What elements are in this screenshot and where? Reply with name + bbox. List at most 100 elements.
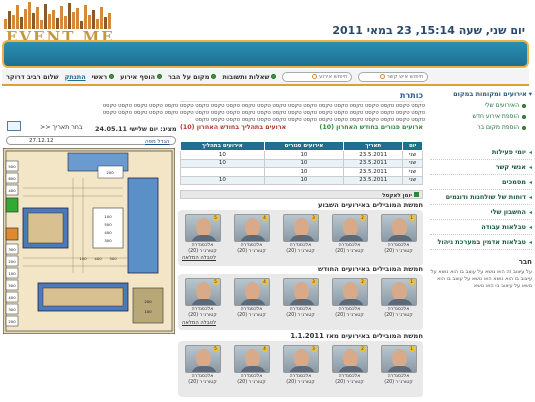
sidebar-link-add-place[interactable]: הוספת מקום בר [430, 124, 526, 131]
tab-closed-events[interactable]: ארועים פגורים בחודש האחרון (10) [319, 124, 423, 131]
sidebar-item-label: דוחות של שולחנות ודוגמים [445, 193, 526, 201]
export-excel-link[interactable]: יומן לאקסל [180, 190, 423, 199]
events-tabs: ארועים פגורים בחודש האחרון (10) ארועים ב… [180, 124, 423, 131]
leader-card[interactable]: 4 אלכסנדרה קטורנ׳ר (20) [233, 278, 271, 319]
sidebar-link-add-event[interactable]: הוספת אירוע חדש [430, 113, 526, 120]
col-in-progress: אירועים בתהליך [180, 141, 265, 151]
leader-name: אלכסנדרה קטורנ׳ר (20) [237, 374, 266, 385]
avatar: 2 [331, 278, 368, 306]
map-number: 300 [8, 307, 16, 312]
leaders-year-heading: חמשת המובילים באירועים מאז 1.1.2011 [290, 332, 423, 340]
sidebar-link-my-events[interactable]: האירועים שלי [430, 102, 526, 109]
leader-card[interactable]: 3 אלכסנדרה קטורנ׳ר (20) [282, 345, 320, 386]
full-table-link[interactable]: לטבלה המלאה [182, 320, 216, 326]
avatar: 3 [282, 214, 319, 242]
sidebar-link-label: האירועים שלי [484, 102, 519, 109]
leader-card[interactable]: 3 אלכסנדרה קטורנ׳ר (20) [282, 278, 320, 319]
header-banner [2, 40, 529, 68]
export-excel-label: יומן לאקסל [382, 193, 412, 199]
cell-day: שני [402, 167, 423, 177]
cell-day: שני [402, 150, 423, 160]
avatar: 1 [380, 278, 417, 306]
sidebar-item-label: אנשי קשר [495, 163, 526, 171]
displayed-date: מציג: יום שלישי 24.05.11 [95, 125, 177, 133]
cell-date: 23.5.2011 [343, 175, 404, 185]
sidebar-link-label: הוספת מקום בר [477, 124, 519, 131]
col-date: תאריך [343, 141, 404, 151]
avatar: 5 [184, 214, 221, 242]
table-row[interactable]: שני 23.5.2011 10 10 [180, 150, 423, 160]
map-number: 100 [144, 309, 152, 314]
enlarge-map-link[interactable]: הגדל מפה [145, 139, 170, 145]
cell-day: שני [402, 158, 423, 168]
leader-card[interactable]: 5 אלכסנדרה קטורנ׳ר (20) [184, 345, 222, 386]
leader-card[interactable]: 1 אלכסנדרה קטורנ׳ר (20) [380, 214, 418, 255]
cell-date: 23.5.2011 [343, 150, 404, 160]
venue-map[interactable]: 500 600 400 300 200 100 500 400 300 200 … [3, 148, 175, 334]
leader-name: אלכסנדרה קטורנ׳ר (20) [237, 243, 266, 254]
map-number: 300 [8, 247, 16, 252]
sidebar-item-label: יומי פעילות [491, 148, 526, 156]
logo[interactable]: EVENT ME [4, 2, 122, 46]
map-number: 500 [104, 222, 112, 227]
map-number: 400 [8, 188, 16, 193]
nav-home[interactable]: ראשי [92, 73, 115, 81]
sidebar-item-label: טבלאות אדמין במערכת ניהול [437, 238, 526, 246]
leader-card[interactable]: 2 אלכסנדרה קטורנ׳ר (20) [331, 345, 369, 386]
table-row[interactable]: שני 23.5.2011 10 [180, 167, 423, 177]
leader-name: אלכסנדרה קטורנ׳ר (20) [384, 307, 413, 318]
full-table-link[interactable]: לטבלה המלאה [182, 255, 216, 261]
leader-card[interactable]: 1 אלכסנדרה קטורנ׳ר (20) [380, 278, 418, 319]
sidebar-item-contacts[interactable]: ◂ אנשי קשר [430, 160, 532, 175]
add-event-label: הוסף אירוע [120, 72, 156, 81]
leader-card[interactable]: 4 אלכסנדרה קטורנ׳ר (20) [233, 345, 271, 386]
sidebar-heading[interactable]: ▾ אירועים ומקומות במקום [430, 90, 532, 98]
sidebar-item-activity[interactable]: ◂ יומי פעילות [430, 145, 532, 160]
change-date-link[interactable]: בחר תאריך << [40, 124, 83, 131]
sidebar-item-admin-tables[interactable]: ◂ טבלאות אדמין במערכת ניהול [430, 235, 532, 250]
bullet-icon [211, 74, 217, 79]
table-row[interactable]: שני 23.5.2011 10 10 [180, 175, 423, 185]
avatar: 4 [233, 345, 270, 373]
leader-card[interactable]: 1 אלכסנדרה קטורנ׳ר (20) [380, 345, 418, 386]
bullet-icon [157, 74, 163, 79]
col-day: יום [402, 141, 423, 151]
leader-card[interactable]: 4 אלכסנדרה קטורנ׳ר (20) [233, 214, 271, 255]
sidebar-item-label: החשבון שלי [490, 208, 526, 216]
map-number: 600 [8, 176, 16, 181]
bullet-icon [522, 125, 526, 130]
calendar-icon[interactable] [7, 121, 21, 131]
logo-skyline [4, 2, 114, 29]
bullet-icon [271, 74, 277, 79]
leader-card[interactable]: 5 אלכסנדרה קטורנ׳ר (20) [184, 278, 222, 319]
avatar: 3 [282, 278, 319, 306]
avatar: 5 [184, 345, 221, 373]
events-table: יום תאריך אירועים סגורים אירועים בתהליך … [180, 141, 423, 185]
content-text: טקסט טקסט טקסט טקסט טקסט טקסט טקסט טקסט … [102, 103, 425, 123]
contact-search-input[interactable]: חיפוש איש קשר [358, 71, 429, 82]
bullet-icon [522, 114, 526, 119]
avatar: 3 [282, 345, 319, 373]
nav-add-event[interactable]: הוסף אירוע [120, 72, 163, 81]
sidebar-item-documents[interactable]: ◂ מסמכים [430, 175, 532, 190]
avatar: 1 [380, 345, 417, 373]
leader-card[interactable]: 2 אלכסנדרה קטורנ׳ר (20) [331, 214, 369, 255]
cell-in-progress: 10 [180, 158, 265, 168]
cell-in-progress [180, 167, 265, 177]
sidebar-item-work-tables[interactable]: ◂ טבלאות עבודה [430, 220, 532, 235]
nav-logout[interactable]: התנתק [65, 73, 86, 81]
sidebar-item-account[interactable]: ◂ החשבון שלי [430, 205, 532, 220]
map-number: 500 [8, 164, 16, 169]
cell-closed: 10 [263, 158, 345, 168]
leader-card[interactable]: 2 אלכסנדרה קטורנ׳ר (20) [331, 278, 369, 319]
event-search-input[interactable]: חיפוש אירוע [282, 71, 353, 82]
leader-card[interactable]: 5 אלכסנדרה קטורנ׳ר (20) [184, 214, 222, 255]
nav-place[interactable]: מקום על הבר [168, 73, 217, 81]
table-row[interactable]: שני 23.5.2011 10 10 [180, 158, 423, 168]
arrow-down-icon: ▾ [528, 90, 532, 98]
tab-in-progress-events[interactable]: ארועים בתהליך בחודש האחרון (10) [180, 124, 286, 131]
leader-card[interactable]: 3 אלכסנדרה קטורנ׳ר (20) [282, 214, 320, 255]
nav-faq[interactable]: שאלות ותשובות [222, 73, 277, 81]
current-date: יום שני, שעה 15:14, 23 במאי 2011 [332, 24, 525, 37]
sidebar-item-reports[interactable]: ◂ דוחות של שולחנות ודוגמים [430, 190, 532, 205]
